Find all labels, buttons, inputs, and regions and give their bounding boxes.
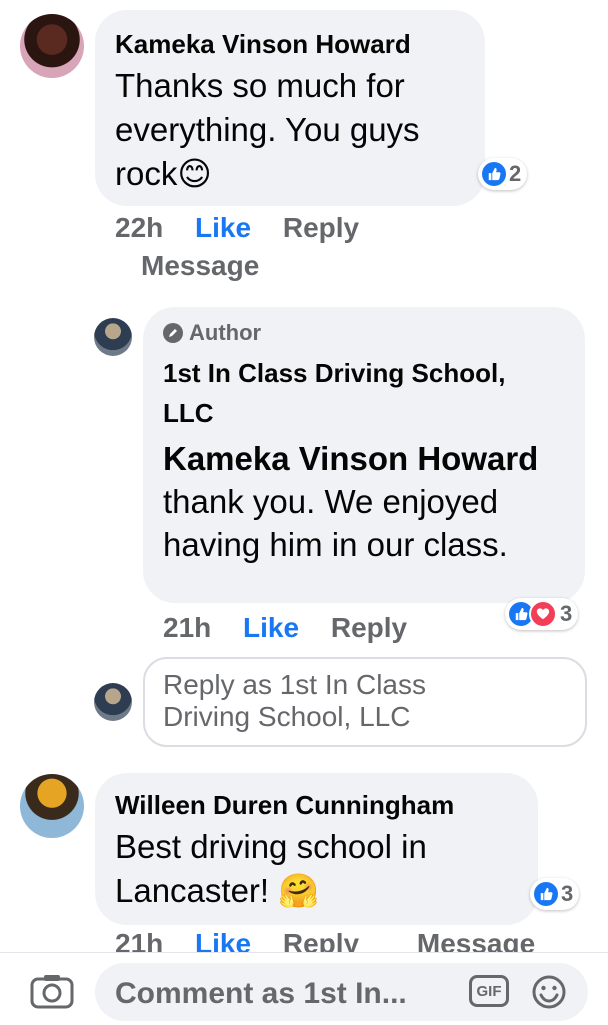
like-button[interactable]: Like [195,212,251,243]
avatar-page[interactable] [94,318,132,356]
comment-author[interactable]: Willeen Duren Cunningham [115,789,518,821]
comment-text: Thanks so much for everything. You guys … [115,64,455,196]
avatar-kameka[interactable] [20,14,84,78]
reply-input[interactable]: Reply as 1st In Class Driving School, LL… [143,657,587,747]
composer-bar: Comment as 1st In... GIF [0,952,608,1025]
avatar-page [94,683,132,721]
smile-emoji-icon: 😊 [177,155,212,192]
comment-bubble: Kameka Vinson Howard Thanks so much for … [95,10,485,206]
reaction-count: 3 [561,881,574,906]
message-button[interactable]: Message [141,250,259,282]
comment-text: Kameka Vinson Howard thank you. We enjoy… [163,437,563,566]
like-button[interactable]: Like [243,612,299,643]
comment-bubble: Willeen Duren Cunningham Best driving sc… [95,773,538,925]
comment-actions: 21h Like Reply [163,612,407,644]
avatar-willeen[interactable] [20,774,84,838]
comment-placeholder: Comment as 1st In... [115,977,407,1010]
pencil-icon [163,323,183,343]
comment-body: Best driving school in Lancaster! [115,828,427,909]
hug-emoji-icon: 🤗 [278,872,320,909]
reaction-count: 3 [560,601,573,626]
camera-icon[interactable] [30,973,74,1009]
gif-button[interactable]: GIF [469,975,509,1007]
timestamp: 22h [115,212,164,243]
comment-body: Thanks so much for everything. You guys … [115,67,420,192]
reaction-summary[interactable]: 3 [530,878,580,910]
reply-button[interactable]: Reply [331,612,407,643]
gif-label: GIF [476,982,502,1000]
author-badge: Author [163,319,565,347]
reply-button[interactable]: Reply [283,212,359,243]
comment-author[interactable]: Kameka Vinson Howard [115,28,465,60]
heart-icon [529,600,557,628]
smiley-icon[interactable] [531,974,567,1010]
mention-link[interactable]: Kameka Vinson Howard [163,440,538,477]
thumbs-up-icon [534,882,558,906]
reply-placeholder: Reply as 1st In Class Driving School, LL… [163,669,426,732]
comment-actions: 22h Like Reply [115,212,359,244]
thumbs-up-icon [482,162,506,186]
reaction-summary[interactable]: 2 [478,158,528,190]
timestamp: 21h [163,612,212,643]
reaction-summary[interactable]: 3 [505,598,579,630]
author-badge-label: Author [189,320,262,345]
comment-input[interactable]: Comment as 1st In... GIF [95,963,588,1021]
reaction-count: 2 [509,161,522,186]
comment-author[interactable]: 1st In Class Driving School, LLC [163,353,563,433]
reply-bubble: Author 1st In Class Driving School, LLC … [143,307,585,603]
comment-body: thank you. We enjoyed having him in our … [163,483,508,563]
comment-text: Best driving school in Lancaster! 🤗 [115,825,505,913]
